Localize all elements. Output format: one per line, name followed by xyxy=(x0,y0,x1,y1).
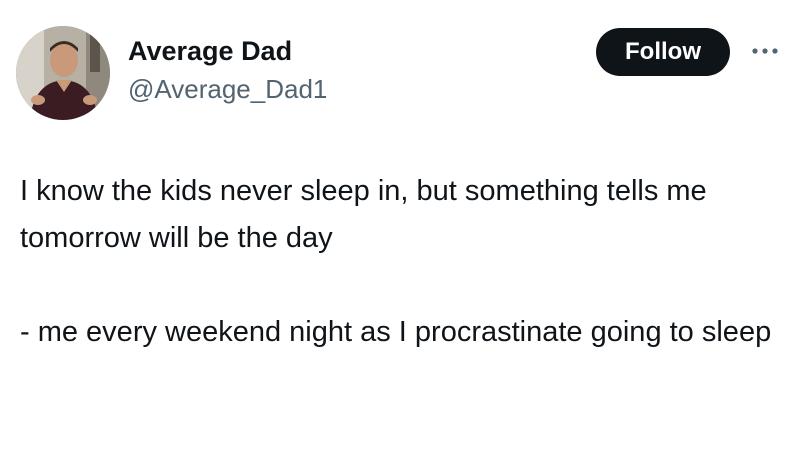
more-options-icon xyxy=(752,48,778,54)
more-options-button[interactable] xyxy=(748,36,782,66)
tweet-text: I know the kids never sleep in, but some… xyxy=(20,168,780,356)
tweet-paragraph: - me every weekend night as I procrastin… xyxy=(20,316,772,348)
follow-button[interactable]: Follow xyxy=(596,28,730,76)
avatar[interactable] xyxy=(16,26,110,120)
display-name[interactable]: Average Dad xyxy=(128,35,292,67)
tweet-paragraph: I know the kids never sleep in, but some… xyxy=(20,175,707,254)
user-avatar-photo-icon xyxy=(16,26,110,120)
user-handle[interactable]: @Average_Dad1 xyxy=(128,74,327,104)
tweet-card: Average Dad @Average_Dad1 Follow I know … xyxy=(0,0,800,451)
